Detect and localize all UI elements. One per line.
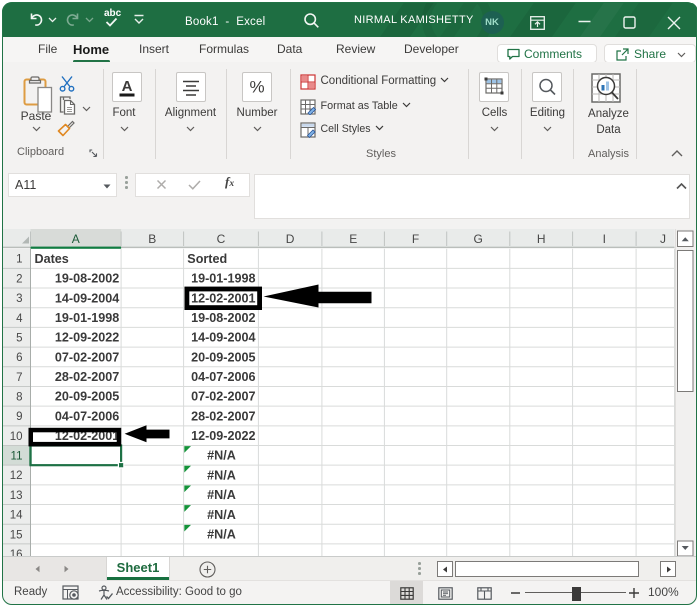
svg-text:15: 15 — [10, 529, 23, 541]
svg-text:4: 4 — [16, 313, 23, 325]
svg-text:7: 7 — [16, 372, 22, 384]
svg-text:3: 3 — [16, 293, 22, 305]
svg-text:19-01-1998: 19-01-1998 — [191, 272, 255, 286]
svg-text:A: A — [72, 232, 80, 246]
svg-text:14-09-2004: 14-09-2004 — [191, 331, 255, 345]
svg-text:28-02-2007: 28-02-2007 — [191, 409, 255, 423]
svg-text:#N/A: #N/A — [207, 449, 236, 463]
svg-text:13: 13 — [10, 490, 23, 502]
svg-text:Sorted: Sorted — [187, 252, 227, 266]
svg-text:19-08-2002: 19-08-2002 — [55, 272, 119, 286]
svg-text:04-07-2006: 04-07-2006 — [55, 409, 119, 423]
svg-text:28-02-2007: 28-02-2007 — [55, 370, 119, 384]
svg-text:12-02-2001: 12-02-2001 — [191, 291, 255, 305]
svg-text:04-07-2006: 04-07-2006 — [191, 370, 255, 384]
svg-text:#N/A: #N/A — [207, 527, 236, 541]
svg-text:12: 12 — [10, 470, 23, 482]
svg-text:A: A — [122, 78, 133, 95]
svg-text:19-08-2002: 19-08-2002 — [191, 311, 255, 325]
svg-text:B: B — [148, 232, 156, 246]
svg-text:I: I — [603, 232, 606, 246]
svg-text:1: 1 — [16, 254, 22, 266]
svg-text:9: 9 — [16, 411, 22, 423]
svg-text:D: D — [286, 232, 295, 246]
svg-text:12-09-2022: 12-09-2022 — [191, 429, 255, 443]
svg-text:8: 8 — [16, 392, 22, 404]
svg-text:10: 10 — [10, 431, 23, 443]
svg-text:6: 6 — [16, 352, 22, 364]
svg-text:5: 5 — [16, 332, 22, 344]
svg-text:11: 11 — [11, 451, 23, 463]
svg-text:12-09-2022: 12-09-2022 — [55, 331, 119, 345]
svg-text:Dates: Dates — [35, 252, 69, 266]
svg-text:F: F — [412, 232, 419, 246]
svg-text:#N/A: #N/A — [207, 488, 236, 502]
svg-text:%: % — [249, 77, 264, 96]
svg-text:#N/A: #N/A — [207, 508, 236, 522]
svg-text:C: C — [217, 232, 226, 246]
svg-text:19-01-1998: 19-01-1998 — [55, 311, 119, 325]
svg-text:20-09-2005: 20-09-2005 — [191, 350, 255, 364]
svg-text:07-02-2007: 07-02-2007 — [55, 350, 119, 364]
svg-text:G: G — [474, 232, 483, 246]
svg-text:2: 2 — [16, 273, 22, 285]
svg-text:14: 14 — [10, 510, 23, 522]
svg-text:20-09-2005: 20-09-2005 — [55, 390, 119, 404]
svg-text:14-09-2004: 14-09-2004 — [55, 291, 119, 305]
svg-text:#N/A: #N/A — [207, 468, 236, 482]
svg-text:E: E — [349, 232, 357, 246]
svg-text:16: 16 — [10, 549, 23, 556]
svg-text:J: J — [660, 232, 666, 246]
svg-text:H: H — [537, 232, 546, 246]
svg-text:07-02-2007: 07-02-2007 — [191, 390, 255, 404]
